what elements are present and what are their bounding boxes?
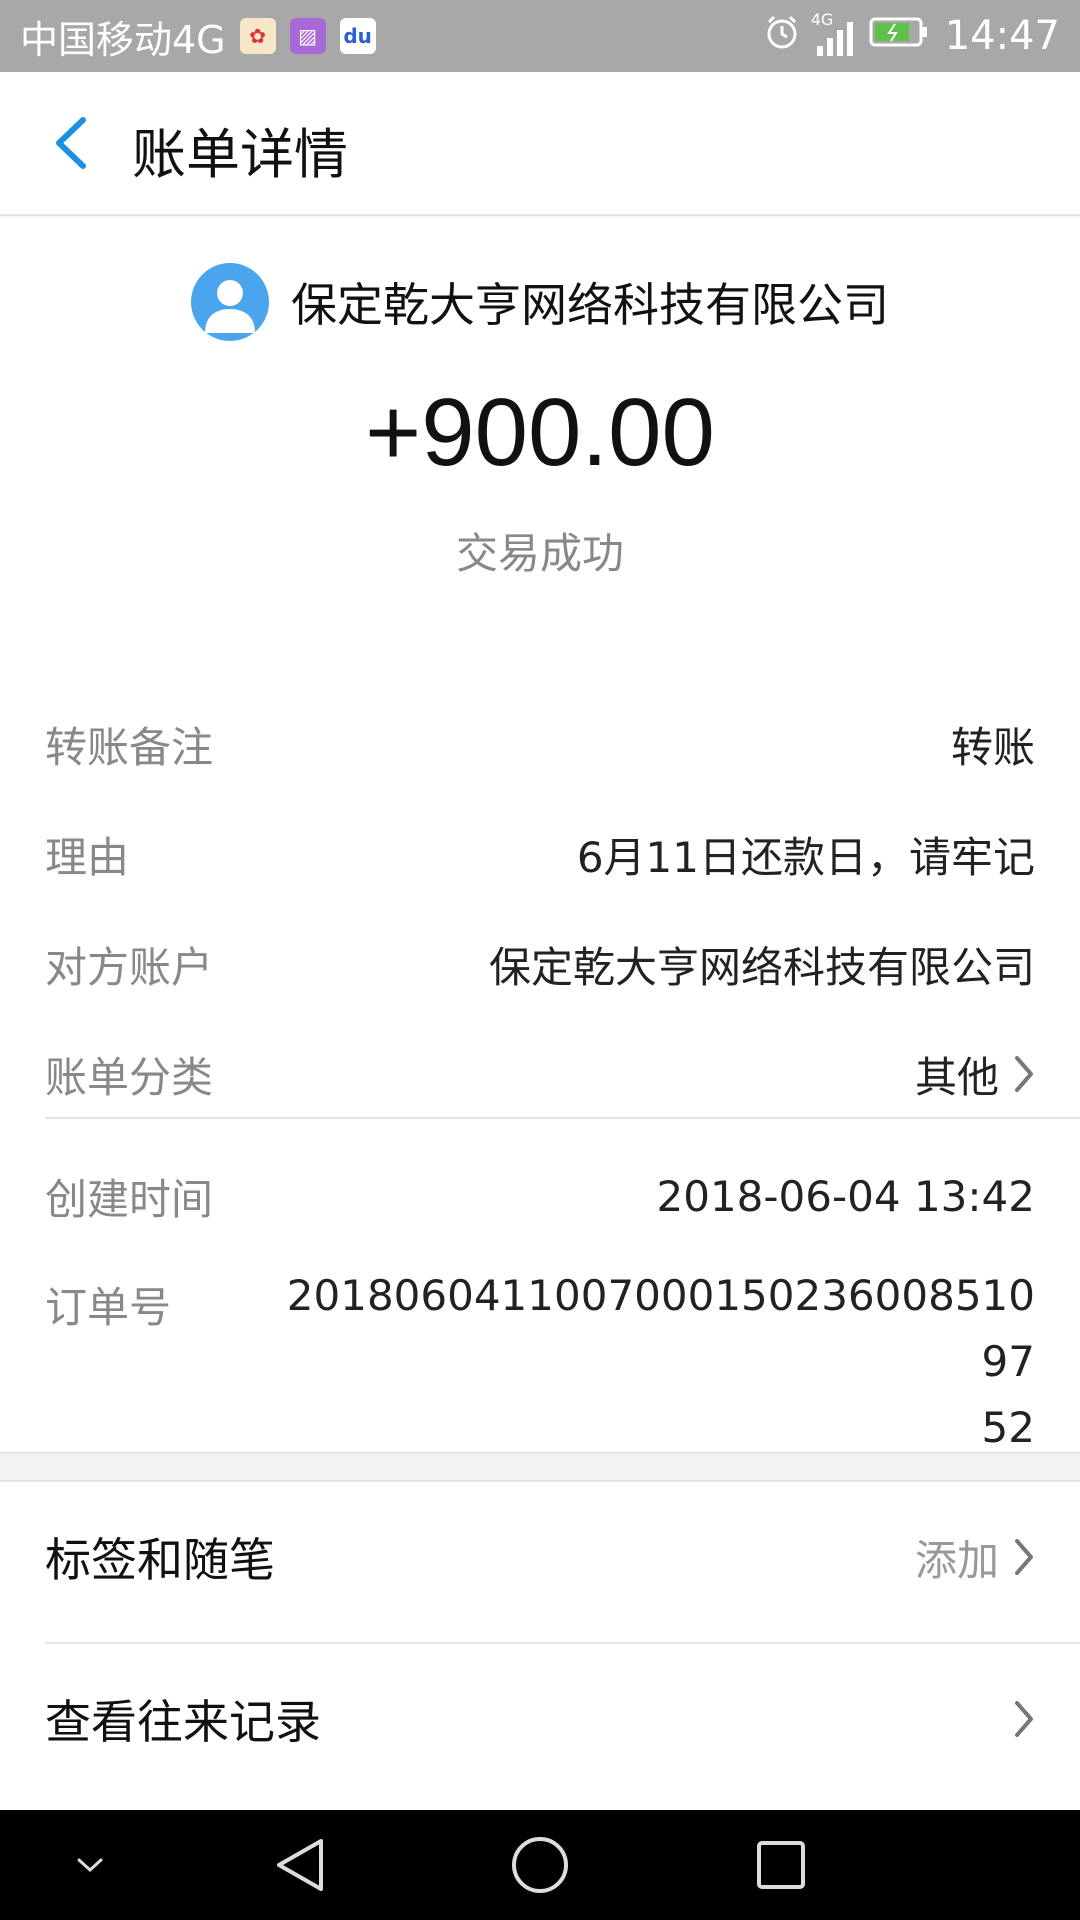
add-link[interactable]: 添加	[915, 1527, 999, 1588]
chevron-right-icon	[1015, 1056, 1033, 1092]
view-history-label: 查看往来记录	[45, 1695, 321, 1749]
detail-label: 对方账户	[45, 942, 214, 992]
view-history-row[interactable]: 查看往来记录	[45, 1644, 1035, 1794]
alarm-icon	[763, 13, 801, 60]
notification-app-icon: ✿	[239, 18, 276, 54]
detail-row-reason: 理由 6月11日还款日，请牢记	[45, 814, 1035, 894]
tags-notes-action: 添加	[915, 1527, 1035, 1588]
tags-notes-label: 标签和随笔	[45, 1533, 275, 1587]
detail-row-category[interactable]: 账单分类 其他	[45, 1034, 1035, 1114]
order-number-line-1: 201806041100700015023600851097	[286, 1271, 1035, 1386]
status-bar: 中国移动4G ✿ ▨ du 4G 14:47	[0, 0, 1080, 72]
category-value[interactable]: 其他	[915, 1044, 1035, 1105]
action-list: 标签和随笔 添加 查看往来记录	[0, 1482, 1080, 1810]
transaction-status: 交易成功	[455, 529, 624, 578]
avatar	[191, 263, 269, 341]
battery-icon	[869, 14, 929, 58]
network-type-label: 4G	[810, 10, 834, 29]
payer-name: 保定乾大亨网络科技有限公司	[291, 278, 889, 332]
carrier-label: 中国移动4G	[20, 17, 226, 62]
detail-value: 转账	[950, 722, 1035, 772]
system-recents-button[interactable]	[746, 1810, 816, 1920]
detail-value: 2018-06-04 13:42	[656, 1171, 1035, 1221]
bill-detail-card: 保定乾大亨网络科技有限公司 +900.00 交易成功 转账备注 转账 理由 6月…	[0, 218, 1080, 1452]
transaction-amount: +900.00	[365, 379, 715, 486]
system-navigation-bar	[0, 1810, 1080, 1920]
navigation-bar: 账单详情	[0, 72, 1080, 216]
chevron-right-icon	[1015, 1539, 1033, 1575]
square-recents-icon	[757, 1841, 805, 1889]
system-home-button[interactable]	[500, 1810, 580, 1920]
detail-row-created-time: 创建时间 2018-06-04 13:42	[45, 1156, 1035, 1236]
detail-label: 订单号	[45, 1282, 172, 1332]
system-back-button[interactable]	[265, 1810, 335, 1920]
order-number-line-2: 52	[981, 1403, 1035, 1452]
triangle-back-icon	[277, 1839, 323, 1891]
detail-label: 账单分类	[45, 1052, 214, 1102]
chevron-left-icon	[56, 117, 86, 169]
chevron-down-icon	[77, 1858, 103, 1873]
gallery-icon: ▨	[289, 18, 326, 54]
detail-value: 保定乾大亨网络科技有限公司	[488, 942, 1035, 992]
clock: 14:47	[944, 13, 1060, 59]
hide-keyboard-button[interactable]	[60, 1810, 120, 1920]
baidu-icon: du	[339, 18, 376, 54]
user-icon	[205, 280, 255, 333]
detail-label: 理由	[45, 832, 130, 882]
back-button[interactable]	[40, 108, 100, 178]
chevron-right-icon	[1015, 1701, 1033, 1737]
detail-row-counterparty: 对方账户 保定乾大亨网络科技有限公司	[45, 924, 1035, 1004]
circle-home-icon	[512, 1837, 568, 1893]
category-text: 其他	[914, 1052, 999, 1102]
order-number-value: 201806041100700015023600851097 52	[270, 1263, 1035, 1461]
divider	[45, 1117, 1080, 1119]
signal-icon: 4G	[811, 10, 853, 56]
page-title: 账单详情	[132, 123, 348, 186]
view-history-action	[1013, 1699, 1035, 1739]
tags-notes-row[interactable]: 标签和随笔 添加	[45, 1482, 1035, 1632]
payer-header: 保定乾大亨网络科技有限公司	[0, 260, 1080, 344]
detail-label: 创建时间	[45, 1174, 214, 1224]
detail-row-remark: 转账备注 转账	[45, 704, 1035, 784]
detail-value: 6月11日还款日，请牢记	[576, 832, 1035, 882]
detail-label: 转账备注	[45, 722, 214, 772]
section-gap	[0, 1452, 1080, 1482]
